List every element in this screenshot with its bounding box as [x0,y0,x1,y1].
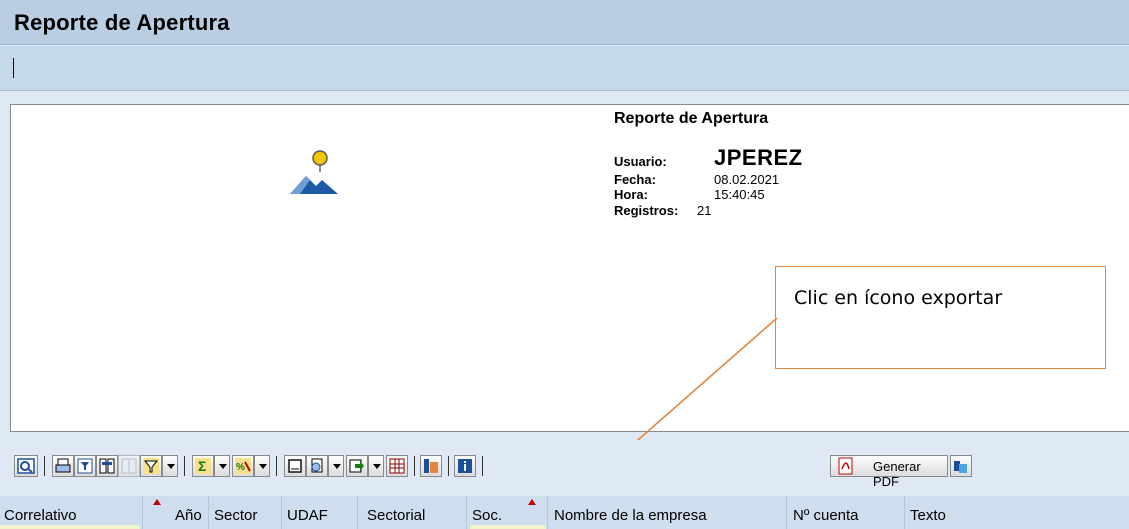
layout-disabled-icon [118,455,140,477]
column-header-numero-cuenta[interactable]: Nº cuenta [793,507,859,524]
info-icon[interactable] [454,455,476,477]
hora-label: Hora: [614,187,648,202]
graphic-icon[interactable] [950,455,972,477]
toolbar-separator [448,456,449,476]
sum-icon[interactable]: Σ [192,455,214,477]
column-header-soc[interactable]: Soc. [472,507,502,524]
grid-row-stub [470,525,546,529]
column-divider [466,496,467,529]
sum-dropdown[interactable] [214,455,230,477]
hora-value: 15:40:45 [714,187,765,202]
column-header-udaf[interactable]: UDAF [287,507,328,524]
filter-dropdown[interactable] [162,455,178,477]
grid-row-stub [0,525,140,529]
toolbar-separator [13,58,14,78]
column-header-texto[interactable]: Texto [910,507,946,524]
report-title: Reporte de Apertura [614,110,769,127]
column-header-correlativo[interactable]: Correlativo [4,507,77,524]
subtotal-dropdown[interactable] [254,455,270,477]
save-layout-icon[interactable] [96,455,118,477]
export-icon[interactable] [346,455,368,477]
pdf-icon [838,457,853,475]
fecha-label: Fecha: [614,172,656,187]
callout-text: Clic en ícono exportar [794,287,1003,309]
usuario-value: JPEREZ [714,145,803,170]
application-toolbar [0,46,1129,91]
layout-change-icon[interactable] [420,455,442,477]
column-divider [786,496,787,529]
generar-pdf-button[interactable]: Generar PDF [830,455,948,489]
toolbar-separator [184,456,185,476]
column-header-nombre-empresa[interactable]: Nombre de la empresa [554,507,707,524]
sort-ascending-icon [153,499,161,505]
registros-value: 21 [697,203,712,218]
subtotal-icon[interactable]: % [232,455,254,477]
svg-text:Σ: Σ [198,458,206,474]
print-icon[interactable] [52,455,74,477]
filter-icon[interactable] [140,455,162,477]
sort-ascending-icon [528,499,536,505]
column-header-ano[interactable]: Año [175,507,202,524]
view-dropdown[interactable] [328,455,344,477]
registros-label: Registros: [614,203,679,218]
generar-pdf-label: Generar PDF [873,459,921,489]
column-divider [208,496,209,529]
filter-layout-icon[interactable] [74,455,96,477]
toolbar-separator [276,456,277,476]
fecha-value: 08.02.2021 [714,172,780,187]
details-icon[interactable] [14,455,38,477]
column-header-sector[interactable]: Sector [214,507,257,524]
toolbar-separator [44,456,45,476]
export-dropdown[interactable] [368,455,384,477]
usuario-label: Usuario: [614,154,667,169]
column-divider [904,496,905,529]
toolbar-separator [482,456,483,476]
column-divider [357,496,358,529]
title-bar: Reporte de Apertura [0,0,1129,45]
column-divider [142,496,143,529]
spreadsheet-icon[interactable] [386,455,408,477]
column-header-sectorial[interactable]: Sectorial [367,507,425,524]
column-divider [281,496,282,529]
window-title: Reporte de Apertura [14,10,230,35]
print-preview-icon[interactable] [284,455,306,477]
picture-placeholder-icon [290,150,338,194]
view-icon[interactable] [306,455,328,477]
toolbar-separator [414,456,415,476]
column-divider [547,496,548,529]
annotation-callout: Clic en ícono exportar [775,266,1106,369]
svg-text:%: % [236,462,245,473]
